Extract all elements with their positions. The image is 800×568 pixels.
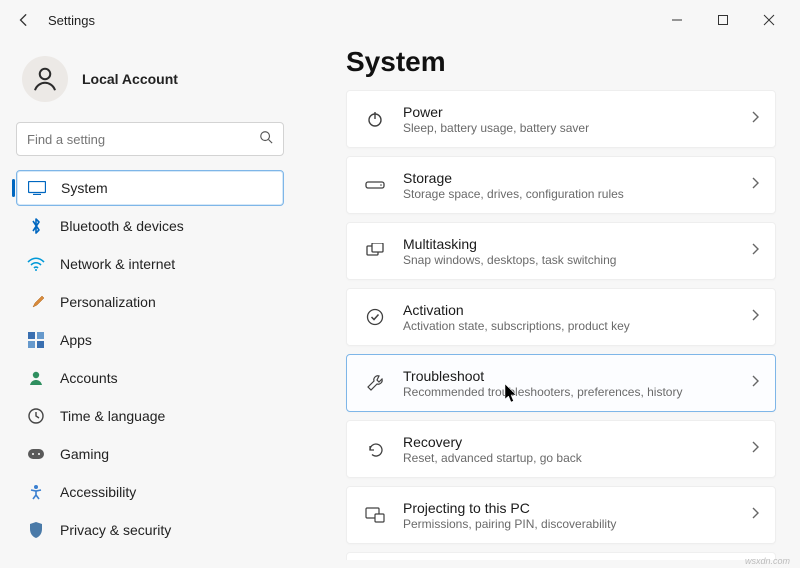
window-title: Settings — [48, 13, 95, 28]
nav-bluetooth[interactable]: Bluetooth & devices — [16, 208, 284, 244]
system-icon — [27, 178, 47, 198]
card-title: Projecting to this PC — [403, 500, 735, 516]
search-input[interactable] — [27, 132, 259, 147]
apps-icon — [26, 330, 46, 350]
nav-accessibility[interactable]: Accessibility — [16, 474, 284, 510]
user-icon — [30, 64, 60, 94]
shield-icon — [26, 520, 46, 540]
cursor-icon — [505, 384, 519, 404]
card-multitasking[interactable]: MultitaskingSnap windows, desktops, task… — [346, 222, 776, 280]
card-title: Troubleshoot — [403, 368, 735, 384]
close-button[interactable] — [746, 4, 792, 36]
card-title: Multitasking — [403, 236, 735, 252]
accessibility-icon — [26, 482, 46, 502]
nav-label: Time & language — [60, 408, 165, 424]
nav-label: Bluetooth & devices — [60, 218, 184, 234]
account-name: Local Account — [82, 71, 178, 87]
minimize-button[interactable] — [654, 4, 700, 36]
multitask-icon — [363, 243, 387, 259]
chevron-right-icon — [751, 506, 759, 524]
back-icon — [17, 13, 31, 27]
card-sub: Activation state, subscriptions, product… — [403, 319, 735, 333]
maximize-button[interactable] — [700, 4, 746, 36]
chevron-right-icon — [751, 308, 759, 326]
nav: System Bluetooth & devices Network & int… — [16, 170, 284, 560]
card-sub: Permissions, pairing PIN, discoverabilit… — [403, 517, 735, 531]
brush-icon — [26, 292, 46, 312]
activation-icon — [363, 308, 387, 326]
nav-time[interactable]: Time & language — [16, 398, 284, 434]
gaming-icon — [26, 444, 46, 464]
nav-label: Network & internet — [60, 256, 175, 272]
titlebar: Settings — [0, 0, 800, 40]
card-troubleshoot[interactable]: TroubleshootRecommended troubleshooters,… — [346, 354, 776, 412]
nav-personalization[interactable]: Personalization — [16, 284, 284, 320]
nav-accounts[interactable]: Accounts — [16, 360, 284, 396]
sidebar: Local Account System Bluetooth & devices… — [0, 40, 300, 560]
nav-label: Accessibility — [60, 484, 136, 500]
power-icon — [363, 110, 387, 128]
nav-network[interactable]: Network & internet — [16, 246, 284, 282]
card-title: Activation — [403, 302, 735, 318]
accounts-icon — [26, 368, 46, 388]
card-sub: Sleep, battery usage, battery saver — [403, 121, 735, 135]
nav-label: Apps — [60, 332, 92, 348]
chevron-right-icon — [751, 440, 759, 458]
nav-system[interactable]: System — [16, 170, 284, 206]
nav-update[interactable]: Windows Update — [16, 550, 284, 560]
card-title: Storage — [403, 170, 735, 186]
card-power[interactable]: PowerSleep, battery usage, battery saver — [346, 90, 776, 148]
nav-label: Privacy & security — [60, 522, 171, 538]
chevron-right-icon — [751, 176, 759, 194]
maximize-icon — [717, 14, 729, 26]
storage-icon — [363, 180, 387, 190]
chevron-right-icon — [751, 110, 759, 128]
nav-label: System — [61, 180, 108, 196]
recovery-icon — [363, 441, 387, 457]
search-icon — [259, 130, 273, 149]
chevron-right-icon — [751, 242, 759, 260]
nav-label: Gaming — [60, 446, 109, 462]
account-section[interactable]: Local Account — [16, 48, 284, 122]
watermark: wsxdn.com — [745, 556, 790, 566]
search-box[interactable] — [16, 122, 284, 156]
nav-privacy[interactable]: Privacy & security — [16, 512, 284, 548]
clock-icon — [26, 406, 46, 426]
close-icon — [763, 14, 775, 26]
chevron-right-icon — [751, 374, 759, 392]
card-sub: Recommended troubleshooters, preferences… — [403, 385, 735, 399]
main-content: System PowerSleep, battery usage, batter… — [300, 40, 800, 560]
back-button[interactable] — [8, 4, 40, 36]
card-sub: Reset, advanced startup, go back — [403, 451, 735, 465]
nav-label: Accounts — [60, 370, 118, 386]
nav-apps[interactable]: Apps — [16, 322, 284, 358]
card-sub: Storage space, drives, configuration rul… — [403, 187, 735, 201]
card-title: Recovery — [403, 434, 735, 450]
card-storage[interactable]: StorageStorage space, drives, configurat… — [346, 156, 776, 214]
nav-gaming[interactable]: Gaming — [16, 436, 284, 472]
wifi-icon — [26, 254, 46, 274]
card-remote-desktop[interactable]: Remote Desktop — [346, 552, 776, 560]
nav-label: Personalization — [60, 294, 156, 310]
card-activation[interactable]: ActivationActivation state, subscription… — [346, 288, 776, 346]
avatar — [22, 56, 68, 102]
update-icon — [26, 558, 46, 560]
card-title: Power — [403, 104, 735, 120]
minimize-icon — [671, 14, 683, 26]
page-title: System — [346, 46, 776, 78]
project-icon — [363, 507, 387, 523]
bluetooth-icon — [26, 216, 46, 236]
card-projecting[interactable]: Projecting to this PCPermissions, pairin… — [346, 486, 776, 544]
wrench-icon — [363, 374, 387, 392]
card-sub: Snap windows, desktops, task switching — [403, 253, 735, 267]
card-recovery[interactable]: RecoveryReset, advanced startup, go back — [346, 420, 776, 478]
